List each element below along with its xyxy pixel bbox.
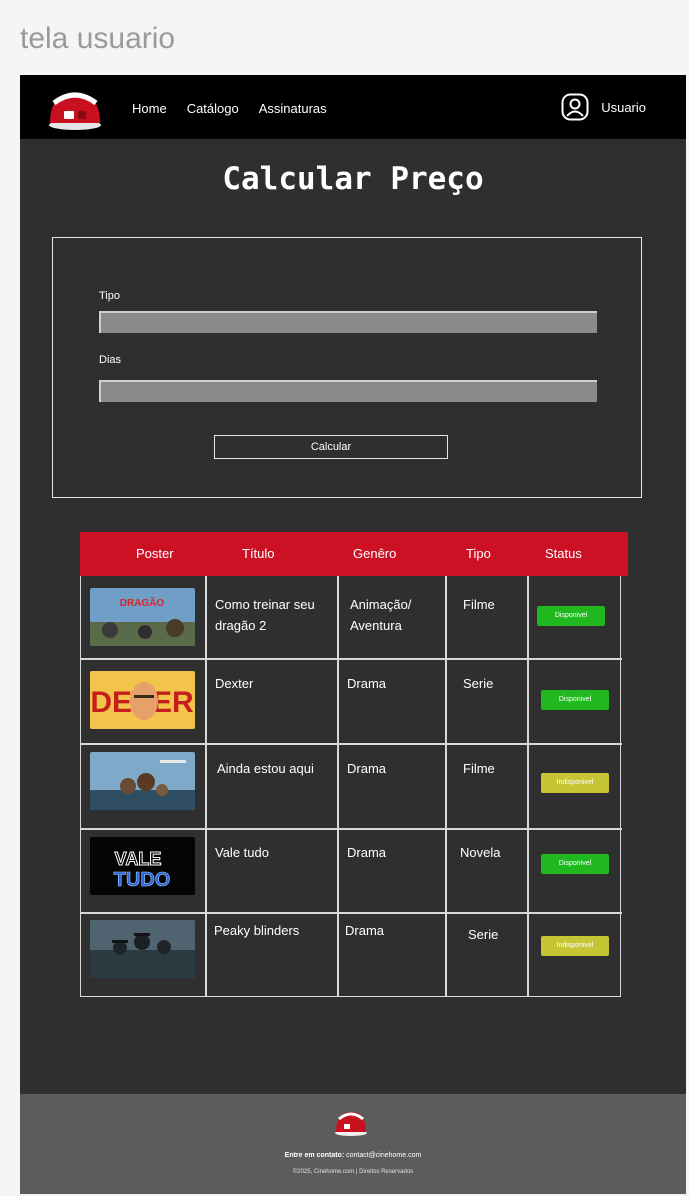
ainda-estou-aqui-poster-icon (90, 752, 195, 810)
user-label[interactable]: Usuario (601, 100, 646, 115)
svg-text:DRAGÃO: DRAGÃO (120, 596, 165, 609)
nav-link-assinaturas[interactable]: Assinaturas (259, 101, 327, 116)
table-body: DRAGÃO Como treinar seu dragão 2 Animaçã… (80, 576, 622, 997)
table-row[interactable]: Ainda estou aqui Drama Filme Indisponive… (81, 743, 622, 828)
table-header: Poster Título Genêro Tipo Status (80, 532, 628, 576)
footer: Entre em contato: contact@cinehome.com ©… (20, 1094, 686, 1194)
status-badge: Indisponivel (541, 936, 609, 956)
svg-text:VALE: VALE (115, 849, 162, 869)
nav-links: Home Catálogo Assinaturas (132, 101, 327, 116)
frame-label: tela usuario (20, 22, 176, 55)
table-row[interactable]: VALE TUDO Vale tudo Drama Novela Disponi… (81, 828, 622, 912)
user-menu[interactable]: Usuario (561, 93, 646, 121)
tipo-input[interactable] (99, 311, 597, 333)
tipo-label: Tipo (99, 290, 120, 302)
footer-contact: Entre em contato: contact@cinehome.com (20, 1152, 686, 1159)
status-badge: Disponivel (537, 606, 605, 626)
status-badge: Disponivel (541, 690, 609, 710)
dias-label: Dias (99, 354, 122, 366)
navbar: Home Catálogo Assinaturas Usuario (20, 75, 686, 139)
svg-text:TUDO: TUDO (114, 869, 171, 891)
table-row[interactable]: Peaky blinders Drama Serie Indisponivel (81, 912, 622, 997)
type-cell: Filme (463, 597, 495, 612)
app-screen: Home Catálogo Assinaturas Usuario Calcul… (20, 75, 686, 1194)
genre-cell: Drama (345, 923, 385, 938)
contact-email[interactable]: contact@cinehome.com (346, 1152, 421, 1159)
type-cell: Serie (468, 927, 499, 942)
cinehome-logo[interactable] (44, 85, 106, 131)
status-badge: Indisponivel (541, 773, 609, 793)
title-cell: Dexter (215, 676, 254, 691)
nav-link-home[interactable]: Home (132, 101, 167, 116)
type-cell: Serie (463, 676, 494, 691)
type-cell: Novela (460, 845, 501, 860)
dragon-poster-icon: DRAGÃO (90, 588, 195, 646)
genre-cell: Drama (347, 845, 387, 860)
vale-tudo-poster-icon: VALE TUDO (90, 837, 195, 895)
header-tipo: Tipo (466, 546, 491, 561)
genre-cell: Animação/ Aventura (350, 597, 412, 633)
status-badge: Disponivel (541, 854, 609, 874)
table-row[interactable]: DRAGÃO Como treinar seu dragão 2 Animaçã… (81, 576, 622, 658)
genre-cell: Drama (347, 761, 387, 776)
genre-cell: Drama (347, 676, 387, 691)
footer-logo (332, 1108, 370, 1136)
title-cell: Como treinar seu dragão 2 (215, 597, 315, 633)
user-icon[interactable] (561, 93, 589, 121)
price-calculator-form: Tipo Dias Calcular (52, 237, 642, 498)
title-cell: Vale tudo (215, 845, 269, 860)
page-title: Calcular Preço (222, 161, 484, 197)
peaky-blinders-poster-icon (90, 920, 195, 978)
header-genero: Genêro (353, 546, 397, 561)
dias-input[interactable] (99, 380, 597, 402)
header-poster: Poster (136, 546, 174, 561)
title-cell: Ainda estou aqui (217, 761, 314, 776)
title-cell: Peaky blinders (214, 923, 300, 938)
calcular-button[interactable]: Calcular (214, 435, 448, 459)
catalog-table: Poster Título Genêro Tipo Status DRAGÃO … (80, 532, 628, 997)
contact-label: Entre em contato: (284, 1152, 345, 1159)
header-titulo: Título (242, 546, 275, 561)
nav-link-catalogo[interactable]: Catálogo (187, 101, 239, 116)
type-cell: Filme (463, 761, 495, 776)
table-row[interactable]: DEXER Dexter Drama Serie Disponivel (81, 658, 622, 743)
header-status: Status (545, 546, 582, 561)
footer-copyright: ©2025, Cinehome.com | Direitos Reservado… (292, 1169, 414, 1175)
dexter-poster-icon: DEXER (90, 671, 195, 729)
